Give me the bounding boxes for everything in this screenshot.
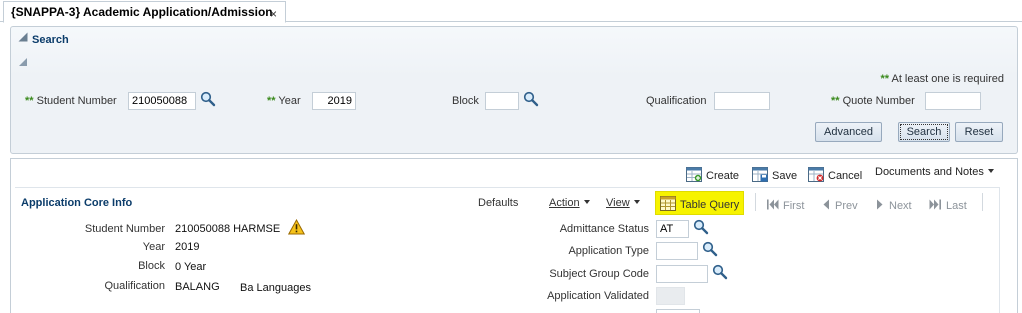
documents-notes-label: Documents and Notes [875,166,984,178]
chevron-down-icon [583,200,590,204]
block-input[interactable] [485,92,519,110]
cancel-label: Cancel [828,170,863,182]
documents-notes-menu[interactable]: Documents and Notes [875,166,994,178]
next-icon [877,199,883,210]
cancel-icon [808,167,824,182]
create-label: Create [706,170,740,182]
required-marker: ** [880,73,890,85]
view-menu[interactable]: View [606,197,640,209]
toolbar-separator [982,193,983,211]
next-label: Next [889,200,912,212]
core-block-label: Block [138,260,165,272]
toolbar-separator [755,193,756,211]
subject-group-code-input[interactable] [656,265,708,283]
qualification-label: Qualification [646,95,707,107]
chevron-down-icon [987,169,994,173]
first-record-icon [767,199,779,210]
year-label-text: Year [278,95,301,107]
next-row-input[interactable] [656,309,700,313]
section-title: Application Core Info [21,197,133,209]
core-qualification-label: Qualification [104,280,165,292]
last-label: Last [946,200,967,212]
save-icon [752,167,768,182]
student-number-input[interactable] [128,92,196,110]
student-number-label-text: Student Number [36,95,117,107]
year-label: ** Year [267,95,301,107]
required-note-text: At least one is required [891,73,1004,85]
reset-button[interactable]: Reset [955,122,1003,142]
table-query-icon [660,196,676,211]
advanced-button[interactable]: Advanced [815,122,882,142]
previous-icon [823,199,829,210]
core-qualification-code: BALANG [175,281,220,293]
last-button[interactable]: Last [929,197,967,212]
view-label: View [606,197,630,209]
core-year-label: Year [142,241,165,253]
warning-icon[interactable] [288,219,305,235]
quote-number-label-text: Quote Number [842,95,915,107]
search-button[interactable]: Search [898,122,950,142]
save-label: Save [772,170,798,182]
first-button[interactable]: First [766,197,804,212]
cancel-button[interactable]: Cancel [808,167,862,182]
create-icon [686,167,702,182]
search-icon[interactable] [200,91,216,107]
quote-number-label: ** Quote Number [831,95,915,107]
create-button[interactable]: Create [686,167,739,182]
expand-triangle-icon[interactable] [19,58,27,66]
core-block-value: 0 Year [175,261,207,273]
application-type-input[interactable] [656,242,698,260]
required-marker: ** [831,95,840,107]
chevron-down-icon [633,200,640,204]
search-icon[interactable] [712,264,728,280]
student-number-label: ** Student Number [25,95,117,107]
required-note: ** At least one is required [880,73,1004,85]
block-label: Block [452,95,479,107]
table-query-button[interactable]: Table Query [660,196,739,211]
admittance-status-input[interactable]: AT [656,220,689,238]
required-marker: ** [267,95,276,107]
save-button[interactable]: Save [752,167,797,182]
search-title: Search [32,34,69,46]
core-student-number-label: Student Number [84,223,165,235]
prev-button[interactable]: Prev [821,197,858,212]
table-query-label: Table Query [680,199,740,211]
tab-academic-application[interactable]: {SNAPPA-3} Academic Application/Admissio… [3,1,286,23]
tab-strip: {SNAPPA-3} Academic Application/Admissio… [0,0,1022,23]
first-label: First [783,200,805,212]
tab-title: {SNAPPA-3} Academic Application/Admissio… [11,5,273,19]
last-record-icon [929,199,941,210]
application-validated-field [656,287,685,305]
next-button[interactable]: Next [875,197,912,212]
core-year-value: 2019 [175,241,200,253]
search-icon[interactable] [702,241,718,257]
quote-number-input[interactable] [925,92,981,110]
qualification-input[interactable] [714,92,770,110]
search-panel: Search ** At least one is required ** St… [10,26,1018,154]
action-menu[interactable]: Action [549,197,590,209]
defaults-button[interactable]: Defaults [478,197,518,209]
core-student-number-value: 210050088 HARMSE [175,223,281,235]
search-icon[interactable] [693,219,709,235]
main-panel: Create Save Cancel Documents and Notes A… [10,158,1018,313]
collapse-triangle-icon[interactable] [18,32,28,42]
application-type-label: Application Type [568,245,649,257]
action-label: Action [549,197,580,209]
admittance-status-label: Admittance Status [559,223,649,235]
subject-group-code-label: Subject Group Code [549,268,649,280]
prev-label: Prev [835,200,858,212]
required-marker: ** [25,95,34,107]
core-qualification-description: Ba Languages [240,282,311,294]
year-input[interactable] [312,92,356,110]
application-validated-label: Application Validated [547,290,649,302]
close-icon[interactable]: × [270,7,277,21]
search-icon[interactable] [523,91,539,107]
